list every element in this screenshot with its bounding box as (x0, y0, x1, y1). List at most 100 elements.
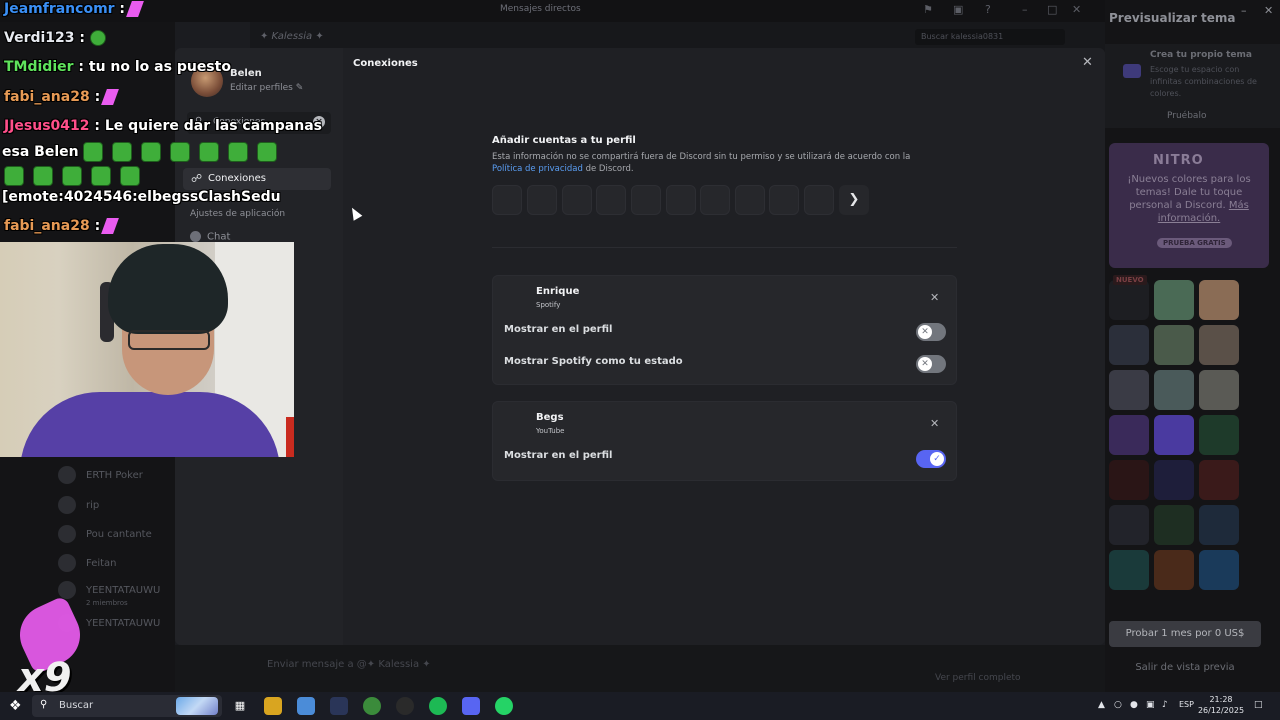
volume-icon[interactable]: ♪ (1162, 700, 1168, 710)
emote-icon (33, 166, 53, 186)
time: 21:28 (1209, 695, 1233, 704)
service-button[interactable] (596, 185, 626, 215)
free-trial-badge: PRUEBA GRATIS (1157, 238, 1232, 248)
maximize-icon[interactable]: □ (1047, 3, 1057, 16)
privacy-policy-link[interactable]: Política de privacidad (492, 164, 583, 174)
theme-swatch[interactable] (1154, 460, 1194, 500)
theme-swatch[interactable] (1154, 505, 1194, 545)
service-button[interactable] (666, 185, 696, 215)
taskbar: ❖ ⚲ Buscar ▦ ▲ ○ ● ▣ ♪ ESP 21:28 26/12/20… (0, 692, 1280, 720)
edit-profiles-link[interactable]: Editar perfiles ✎ (230, 83, 303, 93)
create-theme-card[interactable]: Crea tu propio tema Escoge tu espacio co… (1105, 44, 1280, 128)
tray-icon[interactable]: ○ (1114, 700, 1122, 710)
chat-message: TMdidier : tu no lo as puesto (4, 59, 231, 75)
app-icon[interactable] (297, 697, 315, 715)
chevron-right-icon[interactable]: ❯ (839, 185, 869, 215)
screen: ERTH Poker rip Pou cantante Feitan YEENT… (0, 0, 1280, 720)
theme-swatch[interactable] (1199, 550, 1239, 590)
service-button[interactable] (527, 185, 557, 215)
theme-swatch[interactable] (1109, 460, 1149, 500)
hair (108, 244, 228, 334)
service-button[interactable] (562, 185, 592, 215)
message-input[interactable]: Enviar mensaje a @✦ Kalessia ✦ (267, 659, 431, 670)
spotify-icon[interactable] (429, 697, 447, 715)
try-it-button[interactable]: Pruébalo (1167, 111, 1206, 121)
show-status-toggle[interactable]: ✕ (916, 355, 946, 373)
minimize-icon[interactable]: – (1241, 4, 1247, 17)
dm-item[interactable]: Feitan (58, 554, 117, 572)
view-full-profile-link[interactable]: Ver perfil completo (935, 673, 1021, 683)
theme-swatch[interactable] (1154, 325, 1194, 365)
minimize-icon[interactable]: – (1022, 3, 1028, 16)
theme-swatch[interactable] (1109, 415, 1149, 455)
dm-name: ERTH Poker (86, 470, 143, 481)
app-icon[interactable] (330, 697, 348, 715)
theme-swatch[interactable] (1199, 505, 1239, 545)
theme-swatch[interactable] (1199, 415, 1239, 455)
dm-item[interactable]: rip (58, 496, 99, 514)
dm-item[interactable]: ERTH Poker (58, 466, 143, 484)
avatar (58, 466, 76, 484)
theme-swatch[interactable] (1199, 280, 1239, 320)
microphone-icon[interactable]: ● (1130, 700, 1138, 710)
chat-text: tu no lo as puesto (88, 59, 231, 75)
close-icon[interactable]: ✕ (1264, 4, 1273, 17)
theme-swatch[interactable] (1109, 505, 1149, 545)
help-icon[interactable]: ? (985, 3, 991, 16)
service-button[interactable] (735, 185, 765, 215)
nav-item-connections[interactable]: ☍ Conexiones (183, 168, 331, 190)
theme-swatch[interactable] (1154, 550, 1194, 590)
service-button[interactable] (769, 185, 799, 215)
windows-start-icon[interactable]: ❖ (9, 698, 22, 714)
service-button[interactable] (804, 185, 834, 215)
theme-swatch[interactable] (1154, 415, 1194, 455)
desc-text: de Discord. (582, 164, 634, 174)
network-icon[interactable]: ▣ (1146, 700, 1155, 710)
service-button[interactable] (631, 185, 661, 215)
task-view-icon[interactable]: ▦ (231, 697, 249, 715)
whatsapp-icon[interactable] (495, 697, 513, 715)
notifications-icon[interactable]: □ (1254, 700, 1263, 710)
search-input[interactable]: Buscar kalessia0831 (915, 29, 1065, 45)
close-window-icon[interactable]: ✕ (1072, 3, 1081, 16)
avatar (58, 525, 76, 543)
chrome-icon[interactable] (363, 697, 381, 715)
remove-connection-icon[interactable]: ✕ (930, 291, 939, 304)
theme-swatch[interactable] (1154, 370, 1194, 410)
inbox-icon[interactable]: ⚑ (923, 3, 933, 16)
new-badge: NUEVO (1113, 275, 1147, 285)
theme-swatch[interactable] (1154, 280, 1194, 320)
discord-icon[interactable] (462, 697, 480, 715)
service-button[interactable] (492, 185, 522, 215)
file-explorer-icon[interactable] (264, 697, 282, 715)
show-on-profile-toggle[interactable]: ✓ (916, 450, 946, 468)
taskbar-search[interactable]: ⚲ Buscar (32, 695, 222, 717)
theme-swatch[interactable] (1109, 280, 1149, 320)
exit-preview-button[interactable]: Salir de vista previa (1105, 662, 1265, 673)
chat-text: [emote:4024546:elbegssClashSedu (2, 189, 281, 205)
language-indicator[interactable]: ESP (1179, 700, 1194, 709)
remove-connection-icon[interactable]: ✕ (930, 417, 939, 430)
theme-swatch[interactable] (1199, 460, 1239, 500)
dm-item[interactable]: YEENTATAUWU 2 miembros (58, 581, 160, 607)
nav-item-chat[interactable]: Chat (190, 231, 230, 243)
glasses (128, 330, 210, 350)
theme-swatch[interactable] (1109, 370, 1149, 410)
theme-swatch[interactable] (1109, 550, 1149, 590)
dm-name: Pou cantante (86, 529, 152, 540)
close-icon[interactable]: ✕ (1082, 55, 1093, 70)
clock[interactable]: 21:28 26/12/2025 (1196, 694, 1246, 716)
service-button[interactable] (700, 185, 730, 215)
theme-swatch[interactable] (1199, 325, 1239, 365)
trial-button[interactable]: Probar 1 mes por 0 US$ (1109, 621, 1261, 647)
tray-chevron-icon[interactable]: ▲ (1098, 700, 1105, 710)
obs-icon[interactable] (396, 697, 414, 715)
dm-item[interactable]: Pou cantante (58, 525, 152, 543)
nav-label: Conexiones (208, 173, 266, 184)
show-on-profile-toggle[interactable]: ✕ (916, 323, 946, 341)
screen-icon[interactable]: ▣ (953, 3, 963, 16)
search-icon: ⚲ (40, 699, 48, 710)
theme-swatch[interactable] (1199, 370, 1239, 410)
chat-message: fabi_ana28 : (4, 89, 120, 105)
theme-swatch[interactable] (1109, 325, 1149, 365)
